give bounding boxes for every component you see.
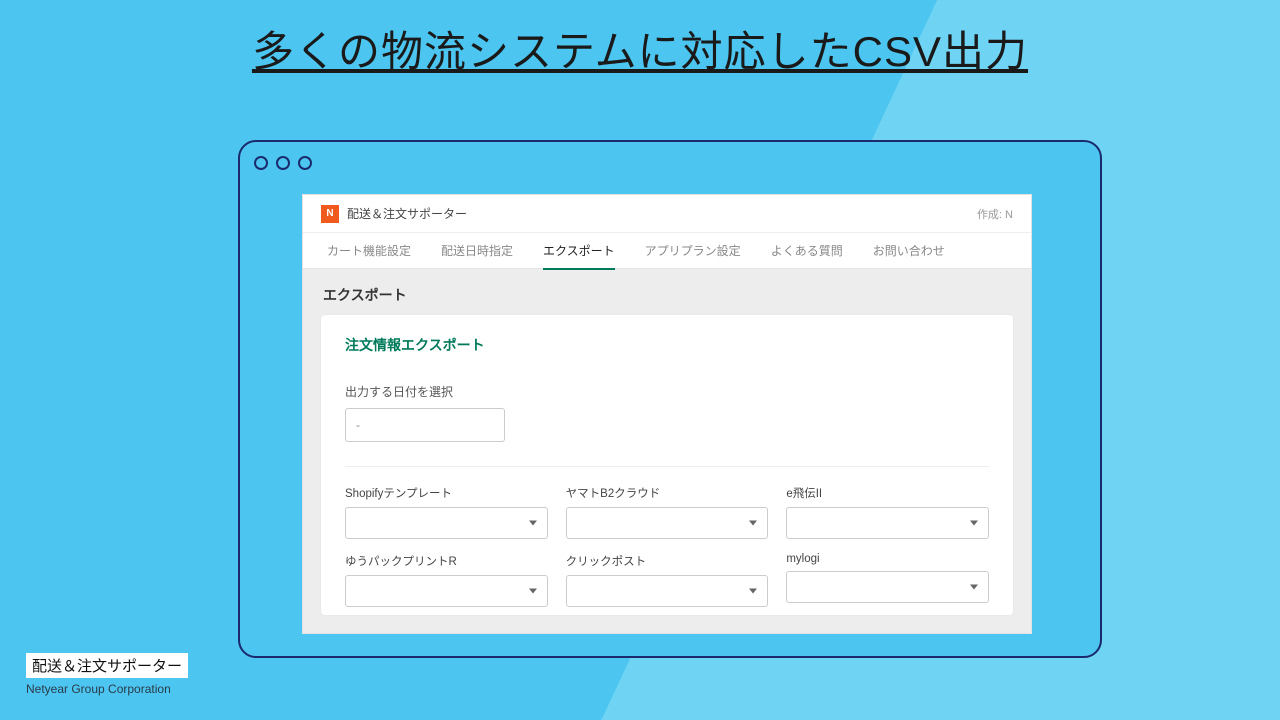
footer-tag: 配送＆注文サポーター Netyear Group Corporation <box>26 653 188 696</box>
app-author-label: 作成: N <box>977 206 1013 222</box>
tab-delivery-datetime[interactable]: 配送日時指定 <box>441 232 513 269</box>
select-label: e飛伝II <box>786 485 989 501</box>
browser-frame: N 配送＆注文サポーター 作成: N カート機能設定 配送日時指定 エクスポート… <box>238 140 1102 658</box>
tab-export[interactable]: エクスポート <box>543 232 615 269</box>
footer-app-name: 配送＆注文サポーター <box>26 653 188 678</box>
select-clickpost: クリックポスト <box>566 553 769 607</box>
template-select-grid: Shopifyテンプレート ヤマトB2クラウド e飛伝II ゆうパックプリントR <box>345 485 989 607</box>
app-shell: N 配送＆注文サポーター 作成: N カート機能設定 配送日時指定 エクスポート… <box>302 194 1032 634</box>
app-brand-label: 配送＆注文サポーター <box>347 205 977 222</box>
select-yupack-print-r: ゆうパックプリントR <box>345 553 548 607</box>
traffic-dot-icon <box>276 156 290 170</box>
select-label: Shopifyテンプレート <box>345 485 548 501</box>
select-yamato-b2: ヤマトB2クラウド <box>566 485 769 539</box>
tab-app-plan[interactable]: アプリプラン設定 <box>645 232 741 269</box>
select-input[interactable] <box>566 575 769 607</box>
slide-title: 多くの物流システムに対応したCSV出力 <box>0 18 1280 79</box>
select-shopify-template: Shopifyテンプレート <box>345 485 548 539</box>
content-area: エクスポート 注文情報エクスポート 出力する日付を選択 - Shopifyテンプ… <box>303 269 1031 633</box>
select-label: ゆうパックプリントR <box>345 553 548 569</box>
select-input[interactable] <box>786 507 989 539</box>
select-label: クリックポスト <box>566 553 769 569</box>
export-card: 注文情報エクスポート 出力する日付を選択 - Shopifyテンプレート ヤマト… <box>321 315 1013 615</box>
select-label: mylogi <box>786 553 989 565</box>
app-header: N 配送＆注文サポーター 作成: N <box>303 195 1031 233</box>
date-select-input[interactable]: - <box>345 408 505 442</box>
tab-contact[interactable]: お問い合わせ <box>873 232 945 269</box>
select-input[interactable] <box>345 575 548 607</box>
select-ehiden2: e飛伝II <box>786 485 989 539</box>
divider <box>345 466 989 467</box>
app-logo-icon: N <box>321 205 339 223</box>
footer-company: Netyear Group Corporation <box>26 682 188 696</box>
date-select-label: 出力する日付を選択 <box>345 383 989 400</box>
select-mylogi: mylogi <box>786 553 989 607</box>
traffic-dot-icon <box>298 156 312 170</box>
select-input[interactable] <box>786 571 989 603</box>
page-heading: エクスポート <box>321 281 1013 315</box>
tab-bar: カート機能設定 配送日時指定 エクスポート アプリプラン設定 よくある質問 お問… <box>303 233 1031 269</box>
traffic-lights <box>254 156 312 170</box>
tab-cart-settings[interactable]: カート機能設定 <box>327 232 411 269</box>
card-title: 注文情報エクスポート <box>345 335 989 383</box>
select-label: ヤマトB2クラウド <box>566 485 769 501</box>
select-input[interactable] <box>345 507 548 539</box>
select-input[interactable] <box>566 507 769 539</box>
tab-faq[interactable]: よくある質問 <box>771 232 843 269</box>
traffic-dot-icon <box>254 156 268 170</box>
